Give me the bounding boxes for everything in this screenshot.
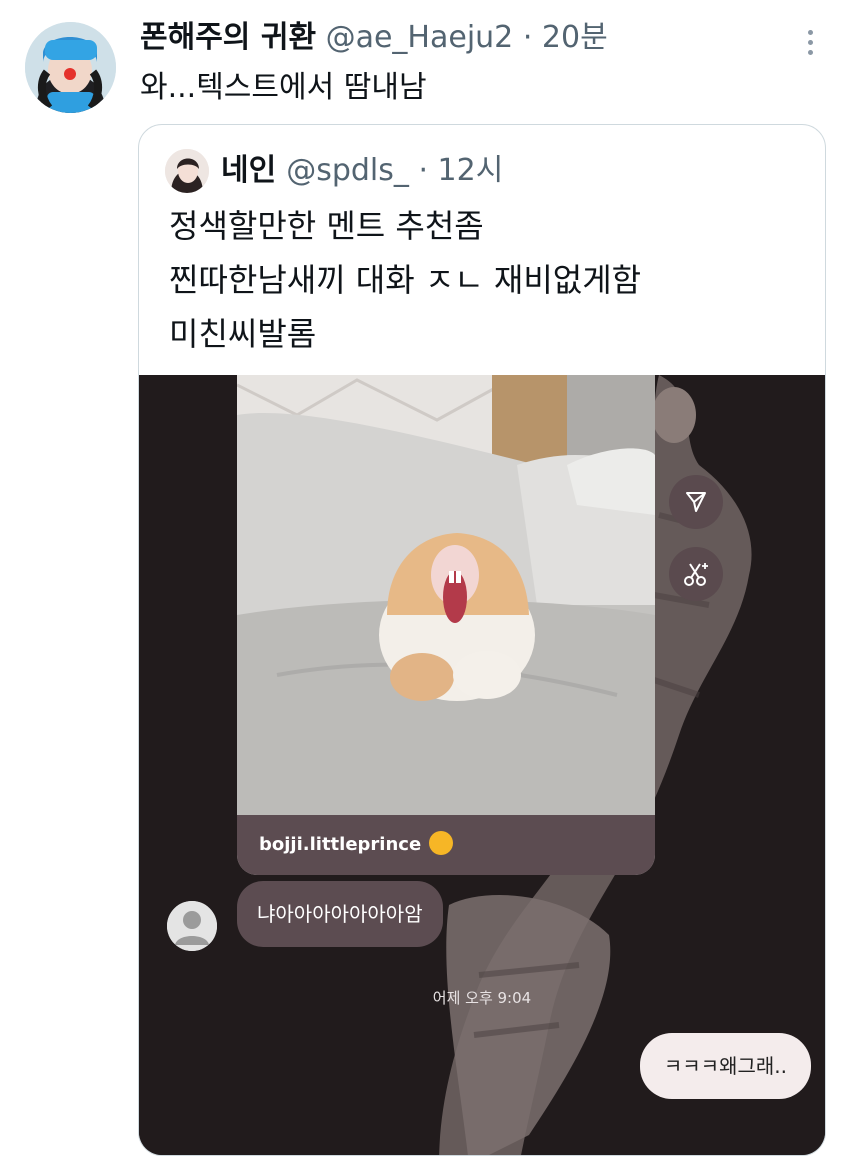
received-message-bubble[interactable]: 냐아아아아아아아암 [237,881,443,947]
send-icon[interactable] [669,475,723,529]
author-name[interactable]: 폰해주의 귀환 [140,20,316,55]
tweet-time[interactable]: 20분 [542,20,608,55]
quoted-tweet-time[interactable]: 12시 [438,149,504,193]
quoted-tweet[interactable]: 네인 @spdls_ · 12시 정색할만한 멘트 추천좀 찐따한남새끼 대화 … [138,124,826,1156]
caption-username: bojji.littleprince [259,834,422,855]
author-handle[interactable]: @ae_Haeju2 [326,20,514,55]
default-user-icon[interactable] [167,901,217,951]
author-avatar[interactable] [25,22,116,113]
quoted-author-handle[interactable]: @spdls_ [286,149,409,193]
quoted-tweet-text: 정색할만한 멘트 추천좀 찐따한남새끼 대화 ㅈㄴ 재비없게함 미친씨발롬 [169,199,641,361]
quoted-text-line: 정색할만한 멘트 추천좀 [169,207,484,245]
shared-post-caption[interactable]: bojji.littleprince [237,815,655,875]
quoted-author-name[interactable]: 네인 [221,149,276,193]
quoted-tweet-header: 네인 @spdls_ · 12시 [165,149,503,193]
guinea-pig-photo [237,375,655,815]
tweet-text: 와...텍스트에서 땀내남 [140,70,427,105]
more-vertical-icon[interactable] [800,22,820,62]
separator-dot: · [522,20,533,55]
emoji-icon [429,831,454,855]
quoted-author-avatar[interactable] [165,149,209,193]
quoted-text-line: 찐따한남새끼 대화 ㅈㄴ 재비없게함 [169,261,642,299]
message-timestamp: 어제 오후 9:04 [432,989,532,1007]
quoted-text-line: 미친씨발롬 [169,315,317,353]
separator-dot: · [418,153,428,188]
tweet-header: 폰해주의 귀환 @ae_Haeju2 · 20분 [140,18,790,58]
scissors-sparkle-icon[interactable] [669,547,723,601]
shared-post-card[interactable]: bojji.littleprince [237,375,655,875]
chat-screenshot-image[interactable]: bojji.littleprince 냐아아아아아아아암 어제 오후 9:04 … [139,375,825,1155]
sent-message-bubble[interactable]: ㅋㅋㅋ왜그래.. [639,1033,811,1099]
